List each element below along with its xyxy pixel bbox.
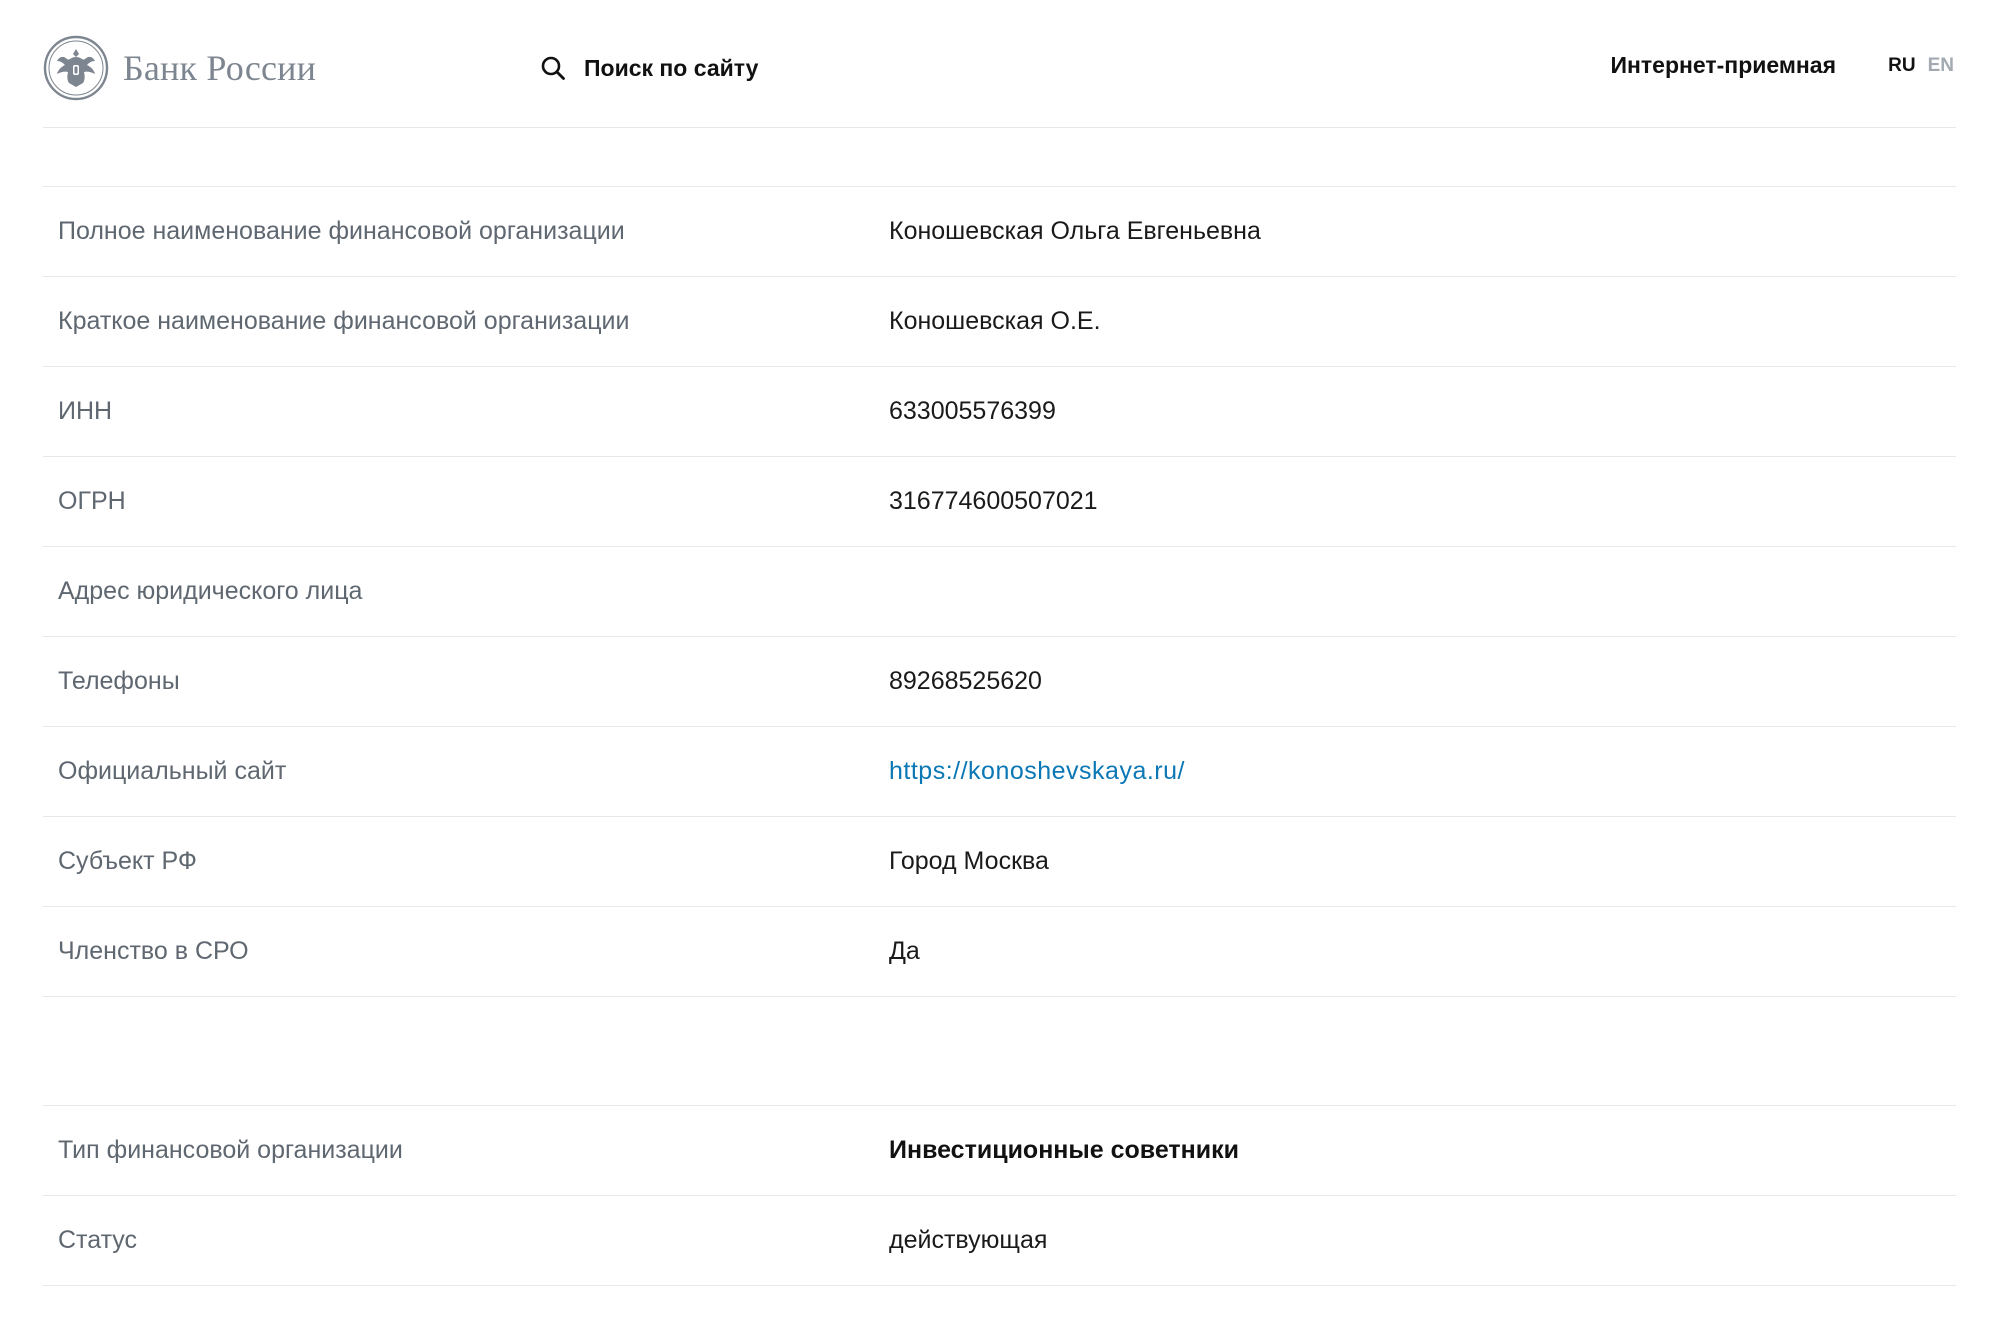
row-label: ОГРН bbox=[58, 487, 126, 515]
table-row-status: Статус действующая bbox=[43, 1196, 1956, 1286]
row-label: Статус bbox=[58, 1226, 138, 1254]
row-label: Краткое наименование финансовой организа… bbox=[58, 307, 630, 335]
table-row-full-name: Полное наименование финансовой организац… bbox=[43, 187, 1956, 277]
row-label: ИНН bbox=[58, 397, 113, 425]
table-row-official-site: Официальный сайт https://konoshevskaya.r… bbox=[43, 727, 1956, 817]
row-value: 89268525620 bbox=[889, 667, 1042, 695]
organization-status-table: Тип финансовой организации Инвестиционны… bbox=[43, 1105, 1956, 1286]
table-row-legal-address: Адрес юридического лица bbox=[43, 547, 1956, 637]
lang-en-option[interactable]: EN bbox=[1928, 55, 1954, 77]
table-row-short-name: Краткое наименование финансовой организа… bbox=[43, 277, 1956, 367]
row-value: Коношевская Ольга Евгеньевна bbox=[889, 217, 1261, 245]
logo-text: Банк России bbox=[123, 48, 317, 88]
table-row-region: Субъект РФ Город Москва bbox=[43, 817, 1956, 907]
table-row-ogrn: ОГРН 316774600507021 bbox=[43, 457, 1956, 547]
row-label: Субъект РФ bbox=[58, 847, 197, 875]
row-value: действующая bbox=[889, 1226, 1048, 1254]
row-label: Адрес юридического лица bbox=[58, 577, 363, 605]
row-label: Тип финансовой организации bbox=[58, 1136, 403, 1164]
internet-reception-link[interactable]: Интернет-приемная bbox=[1610, 52, 1836, 79]
row-value: Коношевская О.Е. bbox=[889, 307, 1101, 335]
lang-ru-option[interactable]: RU bbox=[1888, 55, 1915, 77]
bank-logo-link[interactable]: Банк России bbox=[43, 34, 316, 102]
table-row-inn: ИНН 633005576399 bbox=[43, 367, 1956, 457]
site-search[interactable]: Поиск по сайту bbox=[540, 48, 758, 88]
double-headed-eagle-emblem-icon bbox=[43, 35, 109, 101]
row-value: Да bbox=[889, 937, 920, 965]
site-header: Банк России Поиск по сайту Интернет-прие… bbox=[43, 0, 1956, 128]
row-value: Инвестиционные советники bbox=[889, 1136, 1239, 1164]
table-row-phones: Телефоны 89268525620 bbox=[43, 637, 1956, 727]
search-label: Поиск по сайту bbox=[584, 54, 759, 81]
table-row-organization-type: Тип финансовой организации Инвестиционны… bbox=[43, 1106, 1956, 1196]
row-label: Телефоны bbox=[58, 667, 180, 695]
table-row-sro-membership: Членство в СРО Да bbox=[43, 907, 1956, 997]
row-value: 633005576399 bbox=[889, 397, 1056, 425]
organization-details-table: Полное наименование финансовой организац… bbox=[43, 186, 1956, 997]
row-value: 316774600507021 bbox=[889, 487, 1098, 515]
language-switcher: RU EN bbox=[1888, 55, 1954, 77]
row-value: Город Москва bbox=[889, 847, 1049, 875]
official-site-link[interactable]: https://konoshevskaya.ru/ bbox=[889, 727, 1185, 816]
row-label: Официальный сайт bbox=[58, 757, 287, 785]
search-icon bbox=[541, 56, 565, 80]
row-label: Полное наименование финансовой организац… bbox=[58, 217, 625, 245]
row-label: Членство в СРО bbox=[58, 937, 249, 965]
